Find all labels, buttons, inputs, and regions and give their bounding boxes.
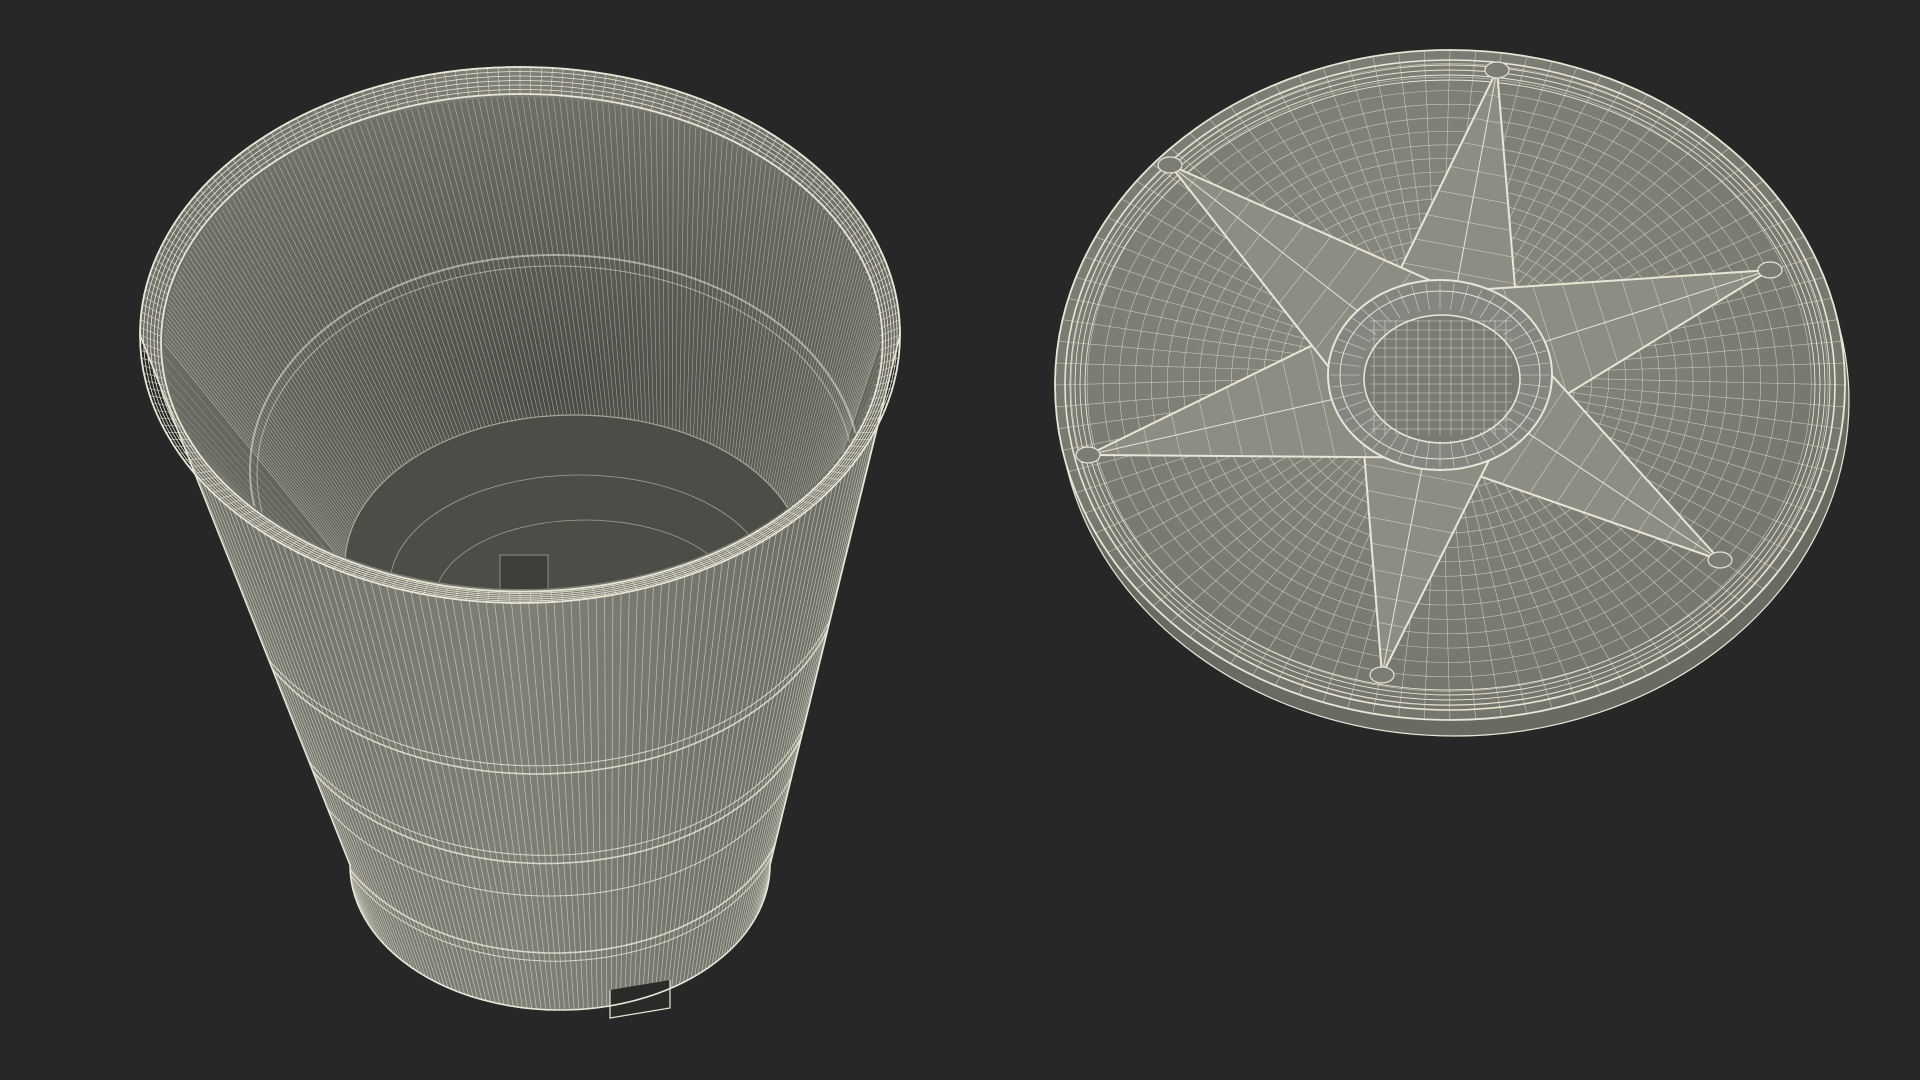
bucket-model[interactable] xyxy=(139,66,901,1019)
3d-viewport[interactable] xyxy=(0,0,1920,1080)
lid-model[interactable] xyxy=(1054,49,1850,737)
wireframe-render xyxy=(139,49,1850,1019)
